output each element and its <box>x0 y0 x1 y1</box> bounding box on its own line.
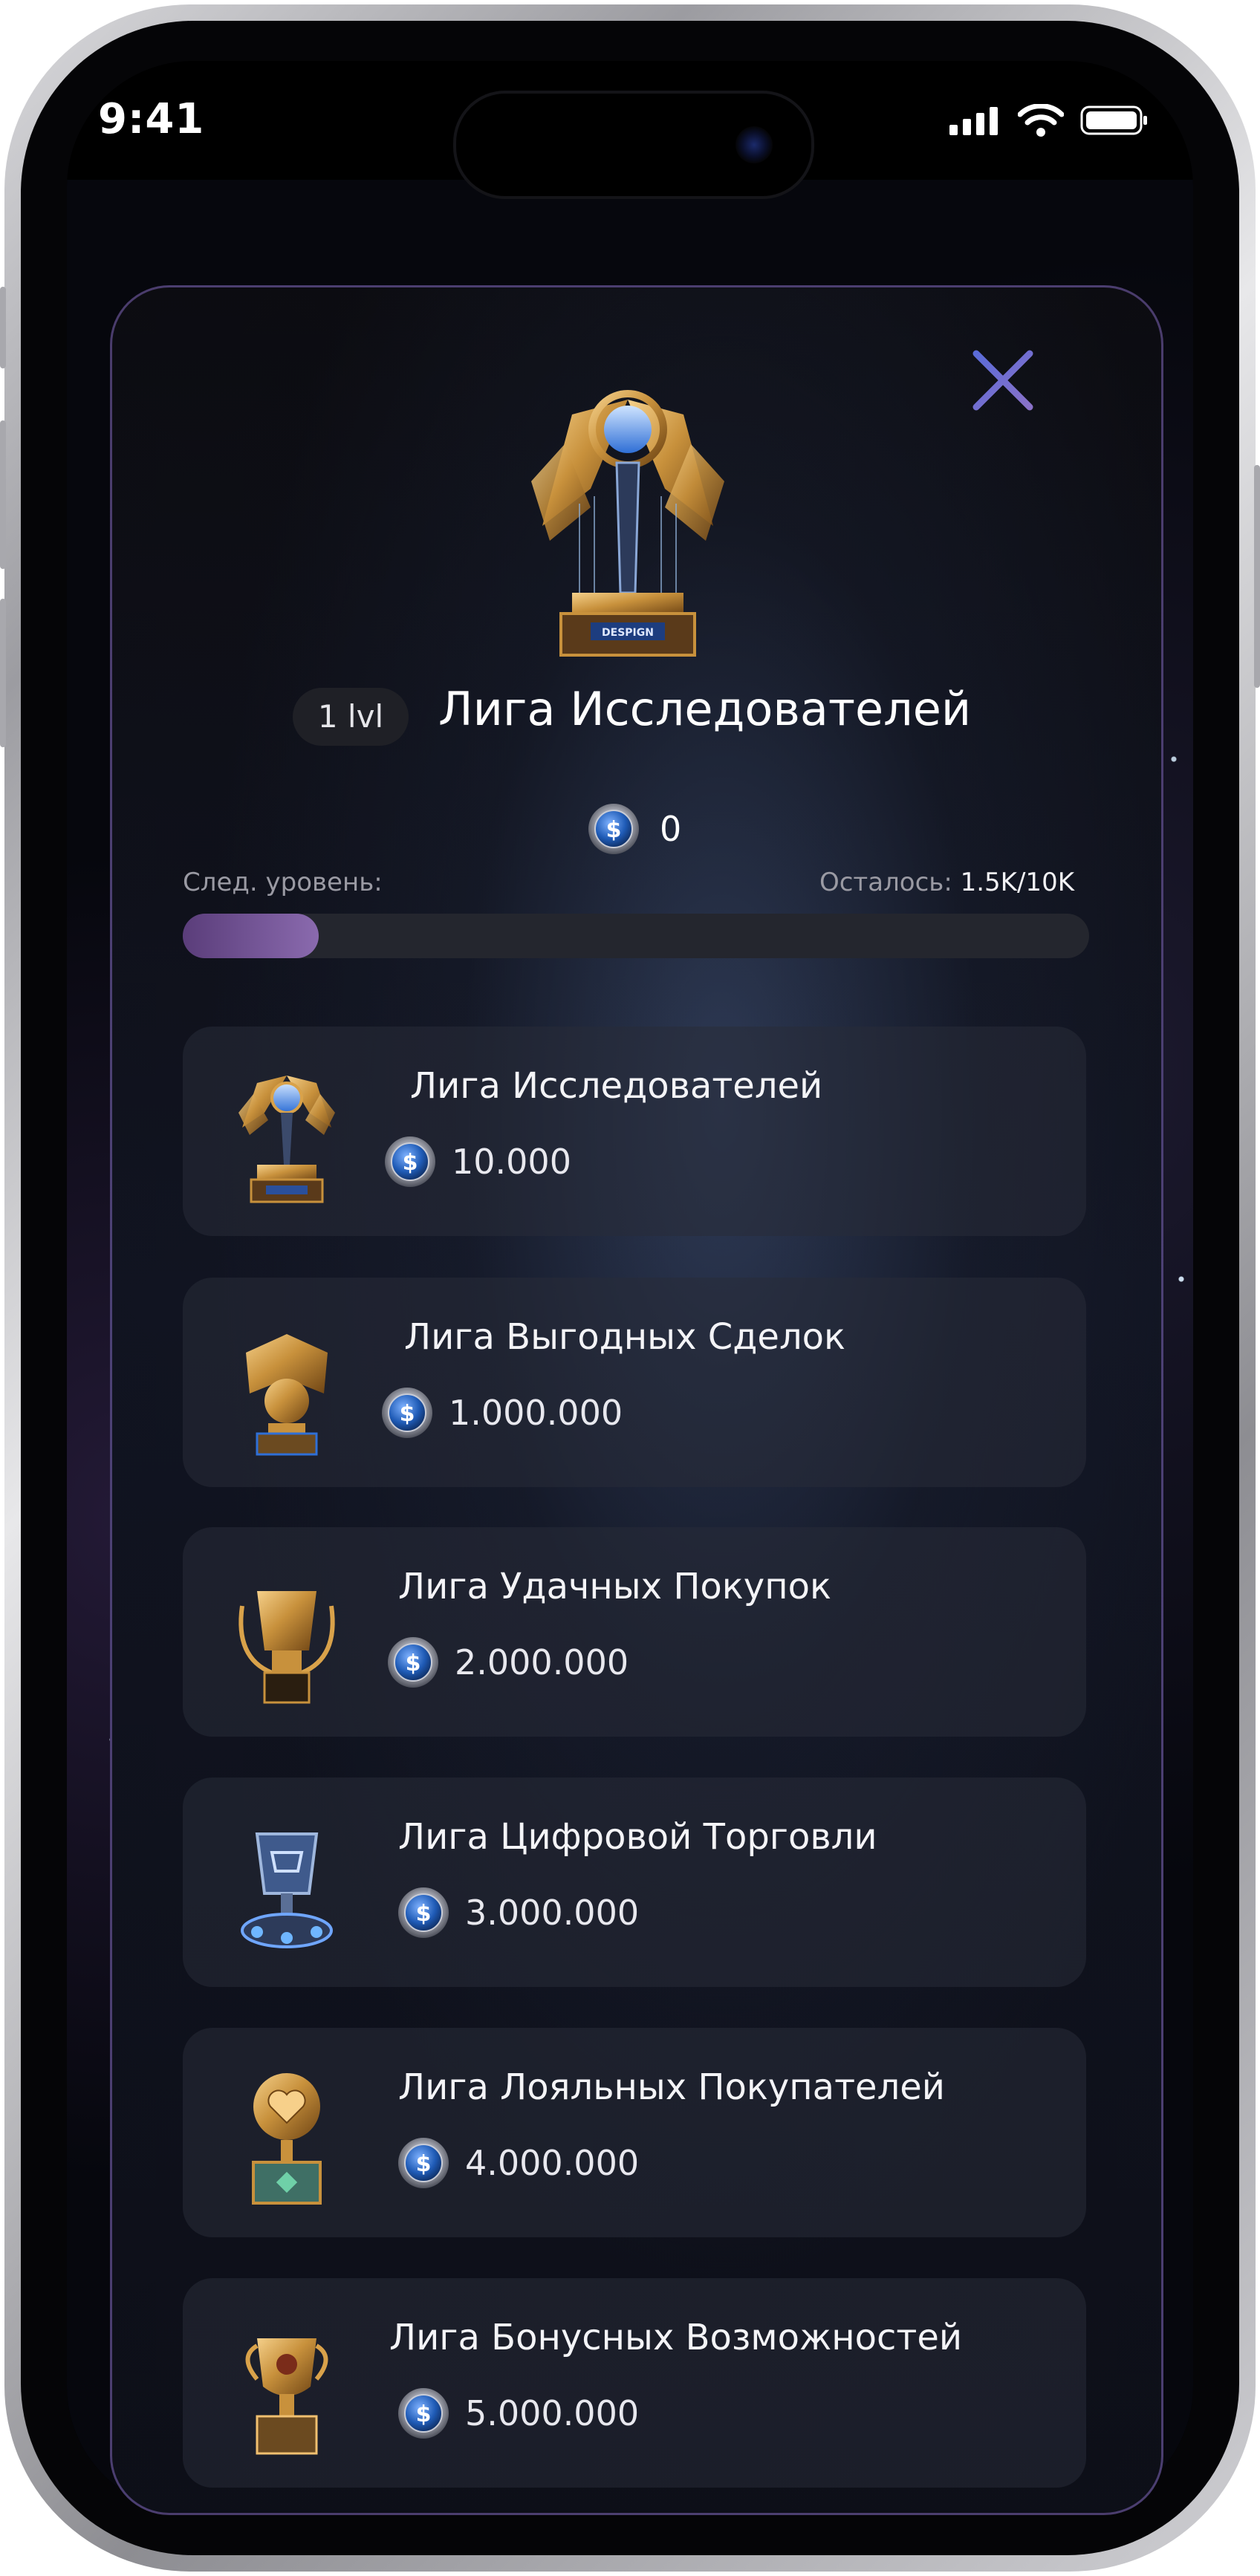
league-price: 10.000 <box>383 1135 571 1188</box>
league-price-value: 4.000.000 <box>465 2143 640 2183</box>
league-price-value: 1.000.000 <box>449 1393 623 1433</box>
status-icons <box>949 104 1149 137</box>
explorer-trophy-icon <box>227 1061 346 1209</box>
bonus-trophy-icon <box>245 2338 328 2455</box>
league-card[interactable]: Лига Бонусных Возможностей 5.000.000 <box>183 2278 1086 2488</box>
level-badge: 1 lvl <box>293 688 409 746</box>
battery-icon <box>1080 105 1147 135</box>
cart-trophy-icon <box>241 1832 333 1948</box>
coin-icon <box>397 1886 450 1939</box>
league-price: 3.000.000 <box>397 1886 639 1939</box>
level-progress-bar <box>183 914 1089 958</box>
league-name: Лига Удачных Покупок <box>398 1566 831 1607</box>
league-price-value: 2.000.000 <box>455 1642 629 1682</box>
remaining-label: Осталось: <box>819 868 952 897</box>
league-name: Лига Исследователей <box>410 1065 823 1107</box>
status-time: 9:41 <box>98 95 205 143</box>
league-price: 4.000.000 <box>397 2136 639 2190</box>
purchase-trophy-icon <box>238 1591 335 1704</box>
coin-icon <box>587 802 640 856</box>
close-button[interactable] <box>966 343 1040 417</box>
coin-icon <box>380 1386 434 1440</box>
heart-trophy-icon <box>252 2073 322 2205</box>
league-name: Лига Бонусных Возможностей <box>389 2317 963 2358</box>
level-progress-fill <box>183 914 319 958</box>
explorer-trophy-icon: DESPIGN <box>531 390 724 657</box>
league-price-value: 5.000.000 <box>465 2393 640 2433</box>
deal-trophy-icon <box>246 1334 328 1456</box>
next-level-label: След. уровень: <box>183 868 383 897</box>
league-price: 5.000.000 <box>397 2387 639 2440</box>
signal-icon <box>949 107 998 135</box>
coin-icon <box>397 2136 450 2190</box>
balance-value: 0 <box>660 809 682 849</box>
league-card[interactable]: Лига Выгодных Сделок 1.000.000 <box>183 1278 1086 1487</box>
league-name: Лига Цифровой Торговли <box>398 1816 877 1858</box>
coin-icon <box>397 2387 450 2440</box>
league-price-value: 3.000.000 <box>465 1893 640 1933</box>
dynamic-island <box>453 91 814 199</box>
league-title: Лига Исследователей <box>438 682 972 736</box>
league-price: 1.000.000 <box>380 1386 623 1440</box>
league-price-value: 10.000 <box>452 1142 571 1182</box>
league-card[interactable]: Лига Цифровой Торговли 3.000.000 <box>183 1777 1086 1987</box>
wifi-icon <box>1018 104 1064 137</box>
coin-icon <box>386 1636 440 1689</box>
balance: 0 <box>587 802 681 856</box>
league-card[interactable]: Лига Удачных Покупок 2.000.000 <box>183 1527 1086 1737</box>
league-price: 2.000.000 <box>386 1636 629 1689</box>
coin-icon <box>383 1135 437 1188</box>
remaining: Осталось: 1.5K/10K <box>819 868 1074 897</box>
league-card[interactable]: Лига Исследователей 10.000 <box>183 1027 1086 1236</box>
league-card[interactable]: Лига Лояльных Покупателей 4.000.000 <box>183 2028 1086 2237</box>
close-icon <box>972 350 1033 411</box>
league-name: Лига Лояльных Покупателей <box>398 2066 945 2108</box>
league-name: Лига Выгодных Сделок <box>404 1316 845 1358</box>
remaining-value: 1.5K/10K <box>960 868 1074 897</box>
svg-text:DESPIGN: DESPIGN <box>602 627 654 639</box>
